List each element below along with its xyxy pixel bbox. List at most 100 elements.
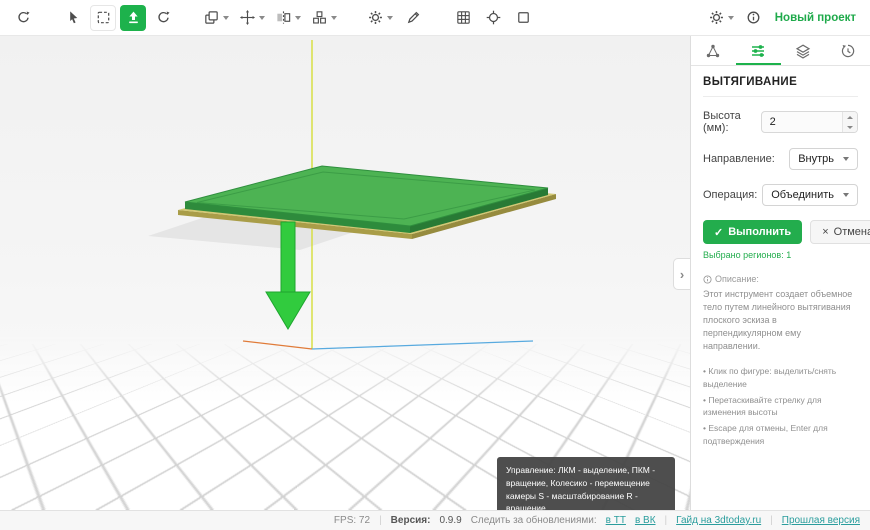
chevron-down-icon (223, 16, 229, 20)
info-button[interactable] (741, 5, 767, 31)
info-icon (703, 275, 712, 284)
selection-box-icon (95, 9, 112, 26)
extrude-arrow-icon (125, 9, 142, 26)
tt-link[interactable]: в TT (606, 515, 626, 526)
description-header: Описание: (703, 274, 858, 284)
draw-tool-button[interactable] (400, 5, 426, 31)
box-select-tool-button[interactable] (90, 5, 116, 31)
cancel-label: Отмена (834, 226, 870, 238)
separator: | (379, 515, 382, 526)
reset-view-button[interactable] (10, 5, 36, 31)
direction-select[interactable]: Внутрь (789, 148, 858, 170)
hint-item: • Перетаскивайте стрелку для изменения в… (703, 394, 858, 419)
extrude-tool-button[interactable] (120, 5, 146, 31)
collapse-panel-button[interactable]: › (673, 258, 690, 290)
chevron-down-icon (295, 16, 301, 20)
duplicate-tool-button[interactable] (200, 5, 232, 31)
3d-scene[interactable] (0, 36, 690, 510)
separator: | (770, 515, 773, 526)
layers-icon (795, 43, 811, 59)
settings-tool-button[interactable] (364, 5, 396, 31)
tab-scene-tree[interactable] (691, 36, 736, 65)
refresh-icon (155, 9, 172, 26)
gear-icon (708, 9, 725, 26)
fps-counter: FPS: 72 (334, 515, 370, 526)
version-value: 0.9.9 (439, 515, 461, 526)
chevron-right-icon: › (680, 267, 684, 282)
height-row: Высота (мм): (703, 110, 858, 134)
duplicate-icon (203, 9, 220, 26)
grid-toggle-button[interactable] (450, 5, 476, 31)
version-label: Версия: (391, 515, 431, 526)
chevron-up-icon (847, 116, 853, 119)
tab-tool-properties[interactable] (736, 36, 781, 65)
main-area: Управление: ЛКМ - выделение, ПКМ - враще… (0, 36, 870, 510)
close-icon: × (822, 226, 828, 238)
separator: | (665, 515, 668, 526)
operation-row: Операция: Объединить (703, 184, 858, 206)
operation-label: Операция: (703, 189, 757, 201)
hint-item: • Escape для отмены, Enter для подтвержд… (703, 422, 858, 447)
extrude-panel: ВЫТЯГИВАНИЕ Высота (мм): Направление: (691, 66, 870, 461)
3d-viewport[interactable]: Управление: ЛКМ - выделение, ПКМ - враще… (0, 36, 690, 510)
action-buttons: ✓ Выполнить × Отмена (703, 220, 858, 244)
height-label: Высота (мм): (703, 110, 761, 134)
gear-icon (367, 9, 384, 26)
height-input-wrap (761, 111, 858, 133)
check-icon: ✓ (714, 226, 723, 239)
z-axis-line (312, 341, 533, 349)
chevron-down-icon (387, 16, 393, 20)
cursor-icon (65, 9, 82, 26)
spinner-down-button[interactable] (843, 122, 857, 132)
app-window: Новый проект (0, 0, 870, 530)
refresh-icon (15, 9, 32, 26)
direction-value: Внутрь (798, 153, 834, 165)
status-bar: FPS: 72 | Версия: 0.9.9 Следить за обнов… (0, 510, 870, 530)
previous-version-link[interactable]: Прошлая версия (782, 515, 860, 526)
select-tool-button[interactable] (60, 5, 86, 31)
rebuild-tool-button[interactable] (150, 5, 176, 31)
spinner-up-button[interactable] (843, 112, 857, 122)
group-tool-button[interactable] (308, 5, 340, 31)
history-icon (840, 43, 856, 59)
selected-regions-status: Выбрано регионов: 1 (703, 250, 858, 260)
description-text: Этот инструмент создает объемное тело пу… (703, 288, 858, 353)
operation-select[interactable]: Объединить (762, 184, 858, 206)
sidebar-tabs (691, 36, 870, 66)
description-label: Описание: (715, 274, 759, 284)
crosshair-icon (485, 9, 502, 26)
tab-history[interactable] (825, 36, 870, 65)
direction-label: Направление: (703, 153, 775, 165)
apply-button[interactable]: ✓ Выполнить (703, 220, 802, 244)
group-icon (311, 9, 328, 26)
follow-label: Следить за обновлениями: (471, 515, 597, 526)
pencil-icon (405, 9, 422, 26)
chevron-down-icon (843, 157, 849, 161)
frame-view-button[interactable] (510, 5, 536, 31)
mirror-tool-button[interactable] (272, 5, 304, 31)
mirror-icon (275, 9, 292, 26)
x-axis-line (243, 341, 312, 349)
panel-title: ВЫТЯГИВАНИЕ (703, 76, 858, 97)
direction-row: Направление: Внутрь (703, 148, 858, 170)
cancel-button[interactable]: × Отмена (810, 220, 870, 244)
chevron-down-icon (728, 16, 734, 20)
apply-label: Выполнить (728, 226, 791, 238)
sliders-icon (750, 43, 766, 59)
top-toolbar: Новый проект (0, 0, 870, 36)
grid-icon (455, 9, 472, 26)
tab-layers[interactable] (781, 36, 826, 65)
operation-value: Объединить (771, 189, 834, 201)
hint-item: • Клик по фигуре: выделить/снять выделен… (703, 365, 858, 390)
vk-link[interactable]: в ВК (635, 515, 656, 526)
guide-link[interactable]: Гайд на 3dtoday.ru (676, 515, 761, 526)
new-project-link[interactable]: Новый проект (775, 12, 856, 24)
controls-tooltip: Управление: ЛКМ - выделение, ПКМ - враще… (497, 457, 675, 510)
move-tool-button[interactable] (236, 5, 268, 31)
view-settings-button[interactable] (705, 5, 737, 31)
right-sidebar: ВЫТЯГИВАНИЕ Высота (мм): Направление: (690, 36, 870, 510)
chevron-down-icon (331, 16, 337, 20)
info-icon (745, 9, 762, 26)
focus-camera-button[interactable] (480, 5, 506, 31)
move-icon (239, 9, 256, 26)
